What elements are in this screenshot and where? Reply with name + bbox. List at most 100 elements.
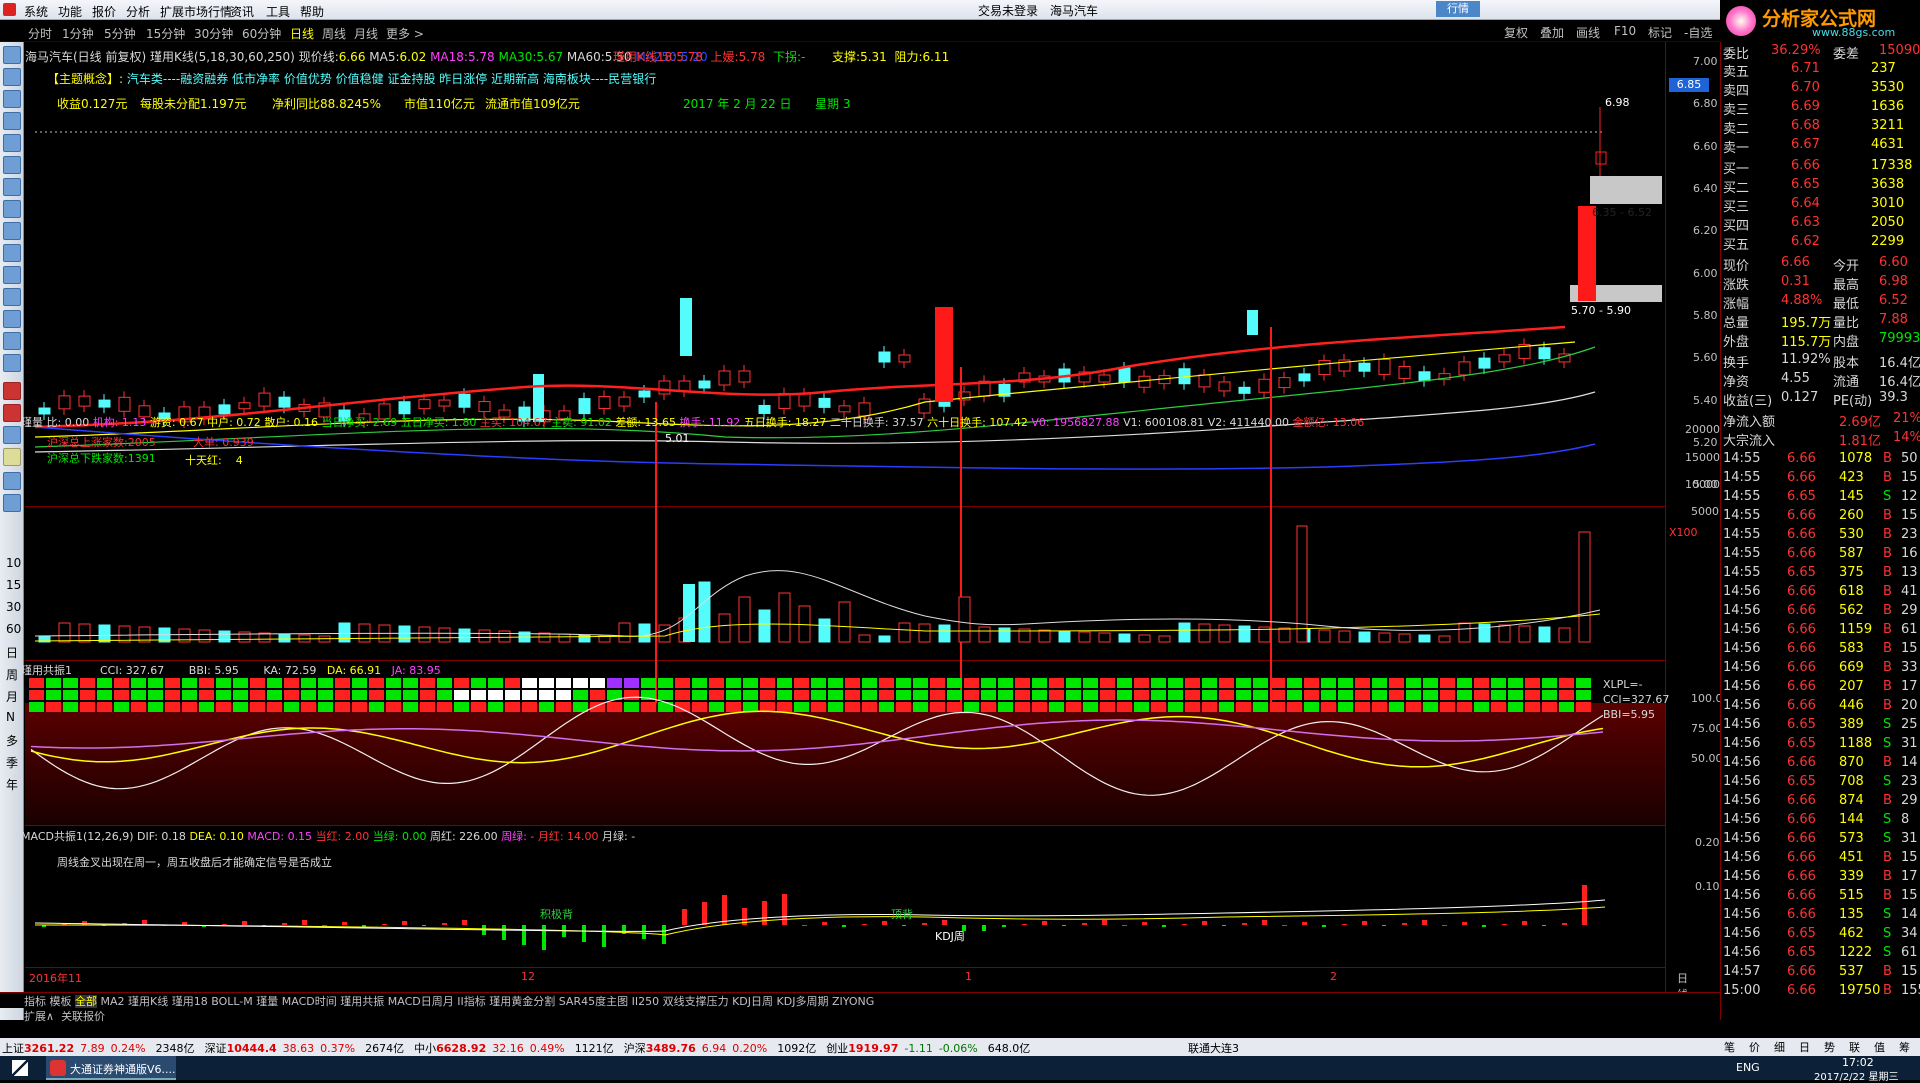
home-icon[interactable] bbox=[3, 46, 21, 64]
f-icon[interactable] bbox=[3, 472, 21, 490]
side-tab-multi[interactable]: 多 bbox=[6, 732, 18, 749]
news-icon[interactable] bbox=[3, 222, 21, 240]
index-item[interactable]: 深证10444.4 38.63 0.37% 2674亿 bbox=[205, 1042, 405, 1055]
index-item[interactable]: 创业1919.97 -1.11 -0.06% 648.0亿 bbox=[826, 1042, 1030, 1055]
side-tab-week[interactable]: 周 bbox=[6, 666, 18, 683]
f10-icon[interactable] bbox=[3, 244, 21, 262]
tab-60min[interactable]: 60分钟 bbox=[242, 25, 281, 42]
tab-golden[interactable]: 瑾用黄金分割 bbox=[489, 995, 555, 1008]
tab-kline[interactable]: 瑾用K线 bbox=[128, 995, 168, 1008]
tab-price[interactable]: 价 bbox=[1749, 1041, 1760, 1054]
language-indicator[interactable]: ENG bbox=[1736, 1061, 1760, 1074]
side-tab-day[interactable]: 日 bbox=[6, 644, 18, 661]
tab-daily[interactable]: 日线 bbox=[290, 25, 314, 42]
side-tab-30[interactable]: 30 bbox=[6, 600, 21, 614]
tab-macd-dwm[interactable]: MACD日周月 bbox=[388, 995, 454, 1008]
watchlist-button[interactable]: -自选 bbox=[1684, 24, 1712, 41]
menu-ext-market[interactable]: 扩展市场行情 bbox=[160, 3, 232, 20]
chart-area[interactable]: 海马汽车(日线 前复权) 瑾用K线(5,18,30,60,250) 现价线:6.… bbox=[21, 42, 1723, 1001]
pencil-icon[interactable] bbox=[3, 448, 21, 466]
tab-ziyong[interactable]: ZIYONG bbox=[832, 995, 874, 1008]
adjust-button[interactable]: 复权 bbox=[1504, 24, 1528, 41]
settings-icon[interactable] bbox=[3, 288, 21, 306]
tab-detail[interactable]: 细 bbox=[1774, 1041, 1785, 1054]
tab-macd-time[interactable]: MACD时间 bbox=[282, 995, 337, 1008]
tab-15min[interactable]: 15分钟 bbox=[146, 25, 185, 42]
fx-icon[interactable] bbox=[3, 332, 21, 350]
tab-kdj-dw[interactable]: KDJ日周 bbox=[732, 995, 773, 1008]
side-tab-60[interactable]: 60 bbox=[6, 622, 21, 636]
tab-day[interactable]: 日 bbox=[1799, 1041, 1810, 1054]
tab-more[interactable]: 更多 > bbox=[386, 25, 424, 42]
formula-icon[interactable] bbox=[3, 310, 21, 328]
tab-ii[interactable]: II指标 bbox=[457, 995, 486, 1008]
tab-template[interactable]: 模板 bbox=[50, 995, 72, 1008]
tab-double-line[interactable]: 双线支撑压力 bbox=[663, 995, 729, 1008]
clock-date[interactable]: 2017/2/22 星期三 bbox=[1814, 1068, 1898, 1083]
signal-block bbox=[182, 702, 197, 712]
tab-sar[interactable]: SAR45度主图 bbox=[559, 995, 628, 1008]
ext-toggle[interactable]: 扩展∧ bbox=[24, 1010, 54, 1023]
side-tab-10[interactable]: 10 bbox=[6, 556, 21, 570]
search-icon[interactable] bbox=[3, 354, 21, 372]
list-icon[interactable] bbox=[3, 200, 21, 218]
tab-kdj-multi[interactable]: KDJ多周期 bbox=[777, 995, 829, 1008]
tab-value[interactable]: 值 bbox=[1874, 1041, 1885, 1054]
linked-quote[interactable]: 关联报价 bbox=[61, 1010, 105, 1023]
menu-news[interactable]: 资讯 bbox=[230, 3, 254, 20]
side-tab-month[interactable]: 月 bbox=[6, 688, 18, 705]
tab-all[interactable]: 全部 bbox=[75, 995, 97, 1008]
menu-function[interactable]: 功能 bbox=[58, 3, 82, 20]
tab-30min[interactable]: 30分钟 bbox=[194, 25, 233, 42]
menu-analysis[interactable]: 分析 bbox=[126, 3, 150, 20]
side-tab-15[interactable]: 15 bbox=[6, 578, 21, 592]
menu-quote[interactable]: 报价 bbox=[92, 3, 116, 20]
tab-trend[interactable]: 势 bbox=[1824, 1041, 1835, 1054]
windows-start-icon[interactable] bbox=[12, 1060, 28, 1076]
menu-system[interactable]: 系统 bbox=[24, 3, 48, 20]
tab-1min[interactable]: 1分钟 bbox=[62, 25, 94, 42]
tab-chip[interactable]: 筹 bbox=[1899, 1041, 1910, 1054]
info-icon[interactable] bbox=[3, 266, 21, 284]
tab-monthly[interactable]: 月线 bbox=[354, 25, 378, 42]
login-status[interactable]: 交易未登录 bbox=[978, 2, 1038, 19]
table-icon[interactable] bbox=[3, 134, 21, 152]
side-tab-quarter[interactable]: 季 bbox=[6, 754, 18, 771]
taskbar-app[interactable]: 大通证券神通版V6.... bbox=[46, 1056, 176, 1080]
tab-resonance[interactable]: 瑾用共振 bbox=[340, 995, 384, 1008]
signal-block bbox=[947, 702, 962, 712]
chart-icon[interactable] bbox=[3, 156, 21, 174]
mark-button[interactable]: 标记 bbox=[1648, 24, 1672, 41]
rsi-icon[interactable] bbox=[3, 382, 21, 400]
tab-indicator[interactable]: 指标 bbox=[24, 995, 46, 1008]
tab-18[interactable]: 瑾用18 bbox=[172, 995, 208, 1008]
tab-market[interactable]: 行情 bbox=[1436, 1, 1480, 17]
tab-trade[interactable]: 笔 bbox=[1724, 1041, 1735, 1054]
tab-link[interactable]: 联 bbox=[1849, 1041, 1860, 1054]
grid-icon[interactable] bbox=[3, 112, 21, 130]
tab-intraday[interactable]: 分时 bbox=[28, 25, 52, 42]
index-item[interactable]: 沪深3489.76 6.94 0.20% 1092亿 bbox=[624, 1042, 817, 1055]
menu-tools[interactable]: 工具 bbox=[266, 3, 290, 20]
cross-icon[interactable] bbox=[3, 426, 21, 444]
tab-vol[interactable]: 瑾量 bbox=[256, 995, 278, 1008]
index-item[interactable]: 上证3261.22 7.89 0.24% 2348亿 bbox=[2, 1042, 195, 1055]
tab-ma2[interactable]: MA2 bbox=[101, 995, 125, 1008]
zoom-icon[interactable] bbox=[3, 494, 21, 512]
candle-icon[interactable] bbox=[3, 178, 21, 196]
s-icon[interactable] bbox=[3, 404, 21, 422]
side-tab-year[interactable]: 年 bbox=[6, 776, 18, 793]
draw-button[interactable]: 画线 bbox=[1576, 24, 1600, 41]
tick-count: 34 bbox=[1901, 926, 1918, 941]
up-icon[interactable] bbox=[3, 68, 21, 86]
tab-5min[interactable]: 5分钟 bbox=[104, 25, 136, 42]
overlay-button[interactable]: 叠加 bbox=[1540, 24, 1564, 41]
tab-ii250[interactable]: II250 bbox=[632, 995, 659, 1008]
index-item[interactable]: 中小6628.92 32.16 0.49% 1121亿 bbox=[414, 1042, 614, 1055]
tab-boll[interactable]: BOLL-M bbox=[211, 995, 253, 1008]
menu-help[interactable]: 帮助 bbox=[300, 3, 324, 20]
tab-weekly[interactable]: 周线 bbox=[322, 25, 346, 42]
down-icon[interactable] bbox=[3, 90, 21, 108]
side-tab-n[interactable]: N bbox=[6, 710, 15, 724]
f10-button[interactable]: F10 bbox=[1614, 24, 1636, 38]
